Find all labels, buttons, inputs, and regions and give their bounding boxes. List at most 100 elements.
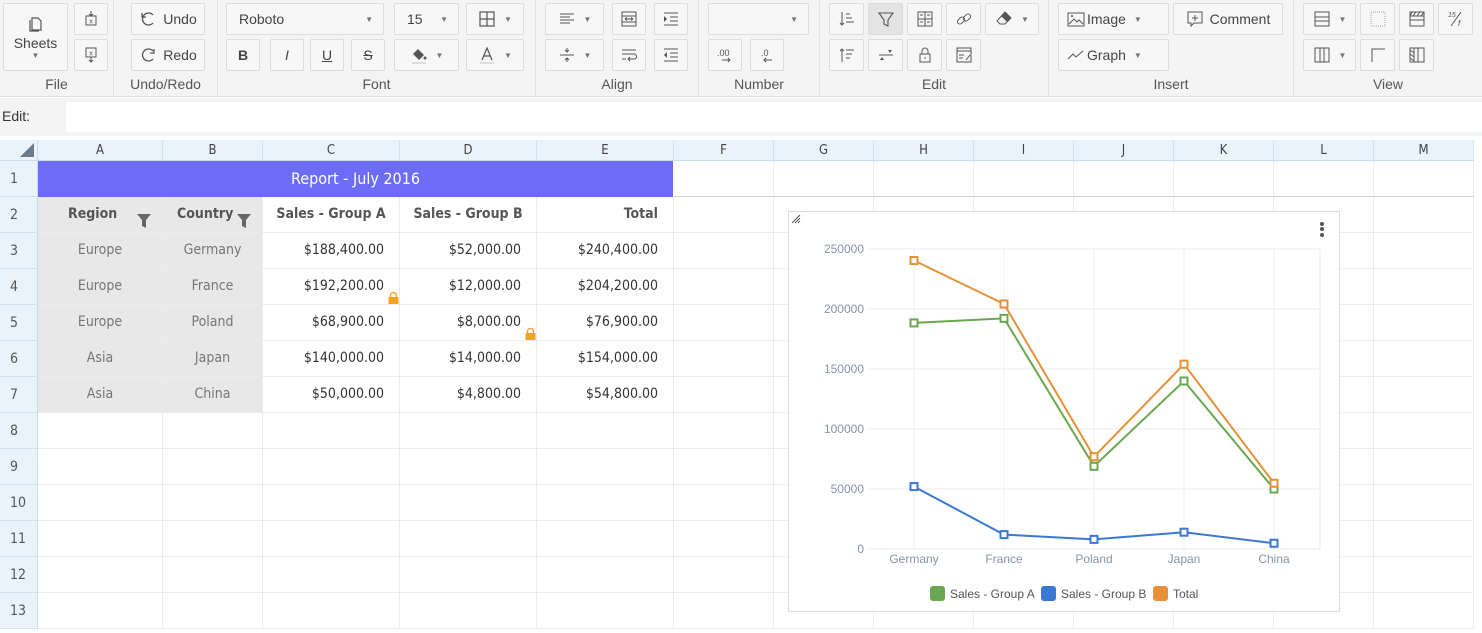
cell[interactable]	[1374, 485, 1474, 521]
columns-button[interactable]: ▼	[1303, 39, 1356, 71]
table-cell[interactable]: $192,200.00	[263, 269, 400, 305]
header-country[interactable]: Country	[163, 197, 263, 233]
horizontal-align-button[interactable]: ▼	[545, 3, 604, 35]
cell[interactable]	[1074, 161, 1174, 197]
merge-cells-button[interactable]	[612, 3, 646, 35]
cell[interactable]	[674, 593, 774, 629]
column-header-g[interactable]: G	[774, 140, 874, 161]
row-header-11[interactable]: 11	[0, 521, 38, 557]
row-header-1[interactable]: 1	[0, 161, 38, 197]
formula-button[interactable]: 15 f	[1438, 3, 1473, 35]
row-header-7[interactable]: 7	[0, 377, 38, 413]
headers-button[interactable]	[1360, 39, 1395, 71]
cell[interactable]	[1374, 269, 1474, 305]
cell[interactable]	[674, 521, 774, 557]
lock-button[interactable]	[907, 39, 942, 71]
cell[interactable]	[674, 377, 774, 413]
italic-button[interactable]: I	[270, 39, 304, 71]
header-sales-group-b[interactable]: Sales - Group B	[400, 197, 537, 233]
table-cell[interactable]: $204,200.00	[537, 269, 674, 305]
table-cell[interactable]: $240,400.00	[537, 233, 674, 269]
cell[interactable]	[263, 557, 400, 593]
table-cell[interactable]: $8,000.00	[400, 305, 537, 341]
row-header-3[interactable]: 3	[0, 233, 38, 269]
row-header-4[interactable]: 4	[0, 269, 38, 305]
column-header-b[interactable]: B	[163, 140, 263, 161]
header-total[interactable]: Total	[537, 197, 674, 233]
remove-sheet-button[interactable]: x	[74, 39, 108, 71]
cell[interactable]	[1374, 449, 1474, 485]
column-header-i[interactable]: I	[974, 140, 1074, 161]
table-cell[interactable]: $50,000.00	[263, 377, 400, 413]
row-header-12[interactable]: 12	[0, 557, 38, 593]
column-header-h[interactable]: H	[874, 140, 974, 161]
cell[interactable]	[38, 521, 163, 557]
cell[interactable]	[400, 449, 537, 485]
underline-button[interactable]: U	[310, 39, 344, 71]
cell[interactable]	[774, 161, 874, 197]
freeze-columns-button[interactable]	[1399, 39, 1434, 71]
cell[interactable]	[1374, 161, 1474, 197]
cell[interactable]	[1374, 413, 1474, 449]
cell[interactable]	[263, 485, 400, 521]
table-cell[interactable]: $188,400.00	[263, 233, 400, 269]
cell[interactable]	[1374, 305, 1474, 341]
strikethrough-button[interactable]: S	[351, 39, 385, 71]
column-header-c[interactable]: C	[263, 140, 400, 161]
cell[interactable]	[674, 485, 774, 521]
cell[interactable]	[537, 557, 674, 593]
cell[interactable]	[1374, 593, 1474, 629]
resize-handle-icon[interactable]	[789, 212, 801, 224]
clear-button[interactable]: ▼	[985, 3, 1039, 35]
column-header-k[interactable]: K	[1174, 140, 1274, 161]
row-header-2[interactable]: 2	[0, 197, 38, 233]
cell[interactable]	[1174, 161, 1274, 197]
table-cell[interactable]: Japan	[163, 341, 263, 377]
validation-button[interactable]	[946, 39, 981, 71]
column-header-e[interactable]: E	[537, 140, 674, 161]
table-cell[interactable]: Europe	[38, 305, 163, 341]
cell[interactable]	[263, 449, 400, 485]
gridlines-button[interactable]	[1360, 3, 1395, 35]
cell[interactable]	[674, 449, 774, 485]
cell[interactable]	[400, 593, 537, 629]
row-header-6[interactable]: 6	[0, 341, 38, 377]
cell[interactable]	[263, 413, 400, 449]
table-cell[interactable]: Asia	[38, 341, 163, 377]
cell[interactable]	[974, 161, 1074, 197]
cell[interactable]	[400, 413, 537, 449]
cell[interactable]	[163, 521, 263, 557]
row-header-9[interactable]: 9	[0, 449, 38, 485]
table-cell[interactable]: $154,000.00	[537, 341, 674, 377]
table-cell[interactable]: $52,000.00	[400, 233, 537, 269]
cell[interactable]	[674, 161, 774, 197]
row-header-5[interactable]: 5	[0, 305, 38, 341]
table-cell[interactable]: Poland	[163, 305, 263, 341]
cell[interactable]	[400, 485, 537, 521]
table-cell[interactable]: $140,000.00	[263, 341, 400, 377]
font-size-select[interactable]: 15 ▼	[394, 3, 459, 35]
cell[interactable]	[400, 521, 537, 557]
outdent-button[interactable]	[654, 39, 688, 71]
cell[interactable]	[1374, 197, 1474, 233]
borders-button[interactable]: ▼	[466, 3, 524, 35]
table-cell[interactable]: $76,900.00	[537, 305, 674, 341]
redo-button[interactable]: Redo	[131, 39, 205, 71]
cell[interactable]	[674, 197, 774, 233]
increase-decimals-button[interactable]: .00	[708, 39, 742, 71]
column-header-m[interactable]: M	[1374, 140, 1474, 161]
chart-menu-icon[interactable]	[1317, 220, 1327, 240]
cell[interactable]	[163, 485, 263, 521]
cell[interactable]	[537, 413, 674, 449]
image-button[interactable]: Image ▼	[1058, 3, 1169, 35]
freeze-button[interactable]	[868, 39, 903, 71]
cell[interactable]	[537, 485, 674, 521]
report-title-cell[interactable]: Report - July 2016	[38, 161, 673, 197]
column-header-d[interactable]: D	[400, 140, 537, 161]
table-cell[interactable]: Asia	[38, 377, 163, 413]
font-family-select[interactable]: Roboto ▼	[226, 3, 384, 35]
column-header-j[interactable]: J	[1074, 140, 1174, 161]
header-region[interactable]: Region	[38, 197, 163, 233]
cell[interactable]	[38, 557, 163, 593]
select-all-corner[interactable]	[0, 140, 38, 161]
